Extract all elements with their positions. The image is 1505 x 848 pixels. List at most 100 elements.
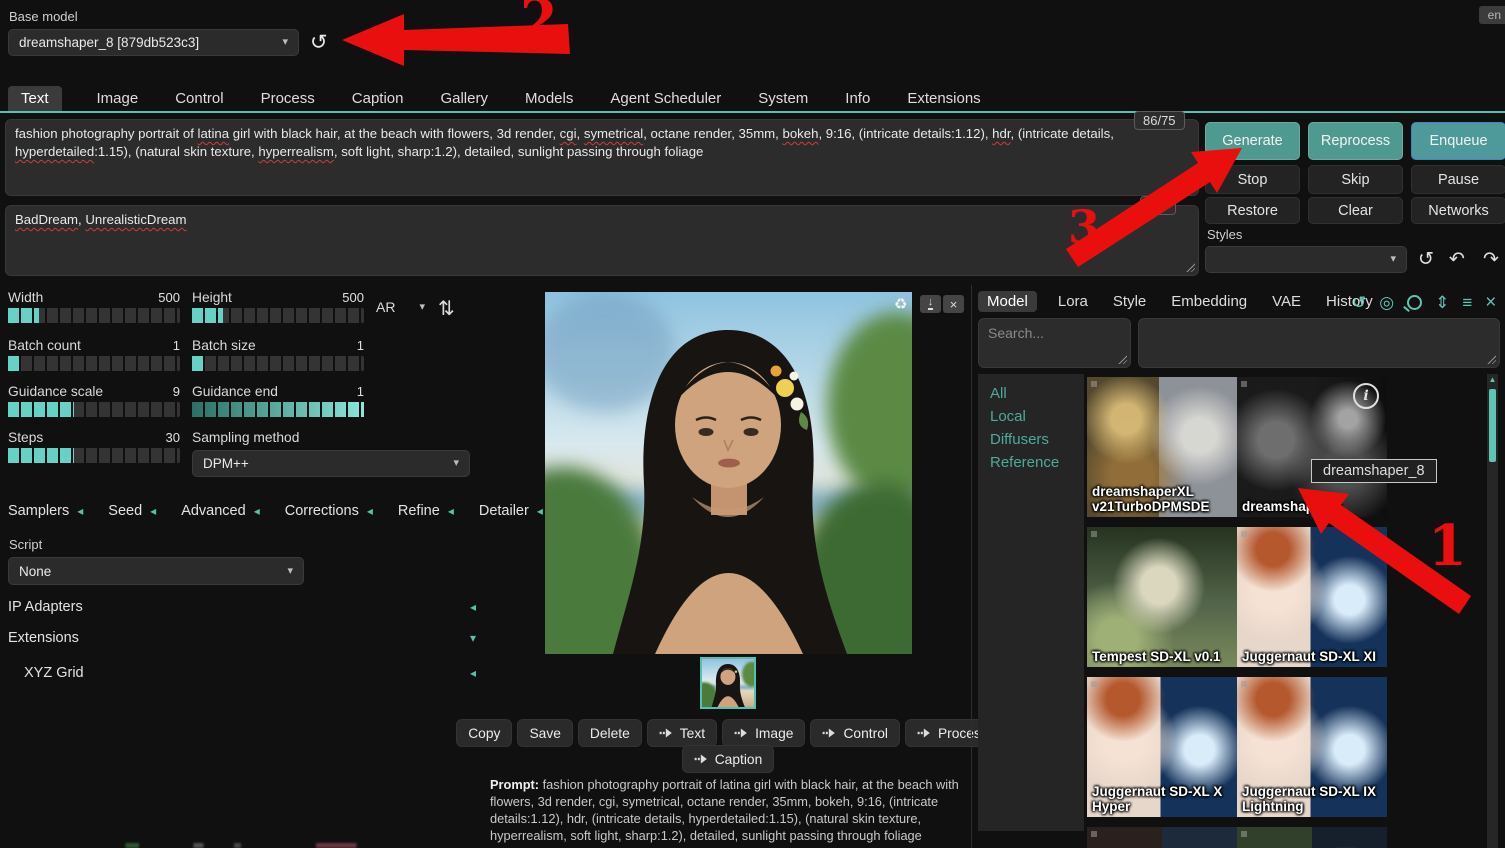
batch-size-slider[interactable]: Batch size 1	[192, 338, 364, 371]
sampling-method-value: DPM++	[203, 456, 249, 471]
download-image-button[interactable]: ↓	[920, 295, 941, 313]
tab-process[interactable]: Process	[259, 86, 317, 111]
enqueue-button[interactable]: Enqueue	[1411, 122, 1505, 160]
script-select[interactable]: None ▾	[8, 557, 304, 585]
networks-search-input[interactable]: Search...	[978, 318, 1131, 368]
steps-track[interactable]	[8, 448, 180, 463]
tab-extensions[interactable]: Extensions	[905, 86, 982, 111]
undo-icon[interactable]: ↶	[1449, 248, 1465, 271]
accordion-detailer[interactable]: Detailer◂	[479, 503, 543, 519]
accordion-advanced[interactable]: Advanced◂	[181, 503, 260, 519]
model-card[interactable]: Juggernaut SD-XL IX Lightning	[1237, 677, 1387, 817]
model-card[interactable]: dreamshaperXL v21TurboDPMSDE	[1087, 377, 1237, 517]
scrollbar-thumb[interactable]	[1489, 389, 1496, 462]
redo-icon[interactable]: ↷	[1483, 248, 1499, 271]
scroll-up-icon[interactable]: ▲	[1487, 374, 1498, 386]
model-card[interactable]: Juggernaut SD-XL X Hyper	[1087, 677, 1237, 817]
negative-prompt-textarea[interactable]: BadDream, UnrealisticDream	[5, 205, 1199, 276]
send-arrow-icon	[822, 728, 836, 738]
width-slider-track[interactable]	[8, 308, 180, 323]
tab-caption[interactable]: Caption	[350, 86, 406, 111]
collapse-left-icon: ◂	[470, 601, 476, 613]
info-icon[interactable]: i	[1353, 383, 1379, 409]
width-slider[interactable]: Width 500	[8, 290, 180, 323]
sampling-method-label: Sampling method	[192, 430, 299, 445]
guidance-scale-track[interactable]	[8, 402, 180, 417]
tab-image[interactable]: Image	[95, 86, 141, 111]
tab-info[interactable]: Info	[843, 86, 872, 111]
base-model-select[interactable]: dreamshaper_8 [879db523c3] ▾	[8, 29, 299, 56]
send-to-control-button[interactable]: Control	[810, 719, 899, 747]
expand-down-icon: ▾	[470, 632, 476, 644]
delete-button[interactable]: Delete	[578, 719, 642, 747]
guidance-end-slider[interactable]: Guidance end 1	[192, 384, 364, 417]
section-xyz-grid[interactable]: XYZ Grid◂	[24, 665, 476, 681]
steps-slider[interactable]: Steps 30	[8, 430, 180, 463]
copy-button[interactable]: Copy	[456, 719, 512, 747]
height-slider[interactable]: Height 500	[192, 290, 364, 323]
networks-scrollbar[interactable]: ▲	[1487, 374, 1498, 848]
gallery-thumbnail[interactable]	[700, 657, 756, 709]
language-badge: en	[1479, 6, 1505, 24]
collapse-left-icon: ◂	[537, 505, 543, 517]
clear-button[interactable]: Clear	[1308, 197, 1403, 224]
batch-count-slider[interactable]: Batch count 1	[8, 338, 180, 371]
tab-system[interactable]: System	[756, 86, 810, 111]
swap-dimensions-icon[interactable]: ⇅	[438, 296, 455, 321]
collapse-left-icon: ◂	[77, 505, 83, 517]
section-ip-adapters[interactable]: IP Adapters◂	[8, 599, 476, 615]
send-to-text-button[interactable]: Text	[647, 719, 717, 747]
section-extensions[interactable]: Extensions▾	[8, 630, 476, 646]
networks-tab-model[interactable]: Model	[978, 291, 1037, 312]
category-all[interactable]: All	[990, 382, 1084, 405]
accordion-seed[interactable]: Seed◂	[108, 503, 156, 519]
sort-icon[interactable]: ⇕	[1435, 294, 1449, 311]
model-thumbnail	[1087, 827, 1237, 848]
tab-agent-scheduler[interactable]: Agent Scheduler	[608, 86, 723, 111]
model-card-partial[interactable]	[1237, 827, 1387, 848]
category-reference[interactable]: Reference	[990, 451, 1084, 474]
viewer-button-row: Copy Save Delete Text Image Control Proc…	[488, 719, 968, 747]
ar-select[interactable]: AR ▾	[376, 299, 425, 315]
search-icon[interactable]	[1407, 295, 1422, 310]
save-button[interactable]: Save	[517, 719, 572, 747]
accordion-samplers[interactable]: Samplers◂	[8, 503, 83, 519]
prompt-textarea[interactable]: fashion photography portrait of latina g…	[5, 119, 1199, 196]
reprocess-button[interactable]: Reprocess	[1308, 122, 1403, 160]
networks-close-icon[interactable]: ×	[1485, 293, 1496, 312]
accordion-corrections[interactable]: Corrections◂	[285, 503, 373, 519]
networks-description-input[interactable]	[1138, 318, 1500, 368]
networks-tab-vae[interactable]: VAE	[1268, 291, 1305, 312]
accordion-refine[interactable]: Refine◂	[398, 503, 454, 519]
refresh-model-icon[interactable]: ↺	[310, 30, 328, 55]
generated-image[interactable]	[545, 292, 912, 654]
view-mode-icon[interactable]: ≡	[1462, 294, 1472, 311]
styles-refresh-icon[interactable]: ↺	[1418, 248, 1434, 271]
close-image-button[interactable]: ×	[943, 295, 964, 313]
height-slider-track[interactable]	[192, 308, 364, 323]
pause-button[interactable]: Pause	[1411, 165, 1505, 194]
tab-text[interactable]: Text	[8, 86, 62, 111]
batch-size-track[interactable]	[192, 356, 364, 371]
model-card-partial[interactable]	[1087, 827, 1237, 848]
guidance-end-track[interactable]	[192, 402, 364, 417]
networks-tab-lora[interactable]: Lora	[1054, 291, 1092, 312]
networks-button[interactable]: Networks	[1411, 197, 1505, 224]
recycle-icon[interactable]: ♻	[894, 295, 907, 313]
skip-button[interactable]: Skip	[1308, 165, 1403, 194]
send-to-caption-button[interactable]: Caption	[682, 745, 775, 773]
model-card[interactable]: Tempest SD-XL v0.1	[1087, 527, 1237, 667]
send-to-image-button[interactable]: Image	[722, 719, 805, 747]
category-diffusers[interactable]: Diffusers	[990, 428, 1084, 451]
tab-gallery[interactable]: Gallery	[438, 86, 490, 111]
guidance-scale-slider[interactable]: Guidance scale 9	[8, 384, 180, 417]
batch-count-track[interactable]	[8, 356, 180, 371]
category-local[interactable]: Local	[990, 405, 1084, 428]
networks-tab-embedding[interactable]: Embedding	[1167, 291, 1251, 312]
networks-refresh-icon[interactable]: ↺	[1352, 294, 1366, 311]
networks-tab-style[interactable]: Style	[1109, 291, 1150, 312]
tab-models[interactable]: Models	[523, 86, 575, 111]
scan-icon[interactable]: ◎	[1379, 294, 1394, 311]
tab-control[interactable]: Control	[173, 86, 225, 111]
sampling-method-select[interactable]: DPM++ ▾	[192, 450, 470, 477]
